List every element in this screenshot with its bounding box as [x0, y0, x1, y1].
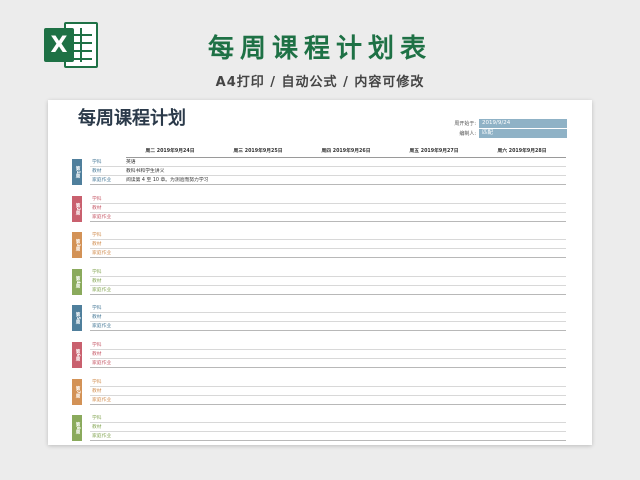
row-label: 学科 [92, 416, 102, 422]
table-row: 学科 [90, 195, 566, 204]
table-row: 家庭作业 阅读第 4 至 10 章。为测验而努力学习 [90, 176, 566, 185]
banner-subtitle: A4打印 / 自动公式 / 内容可修改 [215, 75, 425, 90]
row-label: 家庭作业 [92, 361, 112, 366]
table-row: 学科 [90, 268, 566, 277]
prepared-by-field[interactable]: 匹配 [479, 129, 567, 138]
banner-title: 每周课程计划表 [207, 34, 432, 64]
week-tab: 第3周 [72, 232, 82, 259]
week-block: 第4周 学科教材家庭作业 [72, 268, 566, 296]
row-label: 学科 [92, 196, 102, 202]
table-row: 家庭作业 [90, 432, 566, 442]
row-label: 家庭作业 [92, 324, 112, 330]
meta-label: 周开始于: [454, 121, 476, 127]
row-label: 教材 [92, 205, 102, 211]
row-label: 教材 [92, 388, 102, 394]
page-title: 每周课程计划 [78, 108, 186, 129]
row-label: 家庭作业 [92, 287, 112, 293]
week-tab: 第1周 [72, 159, 82, 185]
week-tab: 第4周 [72, 268, 82, 295]
table-row: 家庭作业 [90, 249, 566, 259]
week-block: 第2周 学科教材家庭作业 [72, 195, 566, 223]
meta-prepared-by: 编制人: 匹配 [428, 129, 567, 138]
week-block: 第8周 学科教材家庭作业 [72, 414, 566, 442]
table-row: 学科 [90, 304, 566, 314]
table-row: 教材 [90, 387, 566, 396]
row-label: 教材 [92, 278, 102, 284]
table-row: 家庭作业 [90, 286, 566, 295]
row-label: 教材 [92, 352, 102, 357]
table-row: 教材 [90, 240, 566, 250]
table-row: 家庭作业 [90, 213, 566, 222]
week-tab: 第7周 [72, 378, 82, 405]
table-row: 学科 [90, 231, 566, 241]
week-block: 第7周 学科教材家庭作业 [72, 378, 566, 406]
table-row: 教材 [90, 423, 566, 433]
table-row: 家庭作业 [90, 322, 566, 332]
day-header: 周三 2019年9月25日 [233, 149, 283, 154]
week-tab: 第6周 [72, 342, 82, 368]
table-row: 教材 [90, 277, 566, 286]
row-label: 学科 [92, 160, 102, 165]
row-label: 教材 [92, 242, 102, 248]
day-header: 周四 2019年9月26日 [321, 149, 371, 154]
row-label: 家庭作业 [92, 178, 112, 183]
day-header: 周二 2019年9月24日 [145, 149, 195, 154]
row-label: 教材 [92, 315, 102, 321]
table-row: 教材 教科书和学生讲义 [90, 167, 566, 176]
table-row: 学科 [90, 341, 566, 350]
day-header: 周六 2019年9月28日 [497, 149, 547, 154]
week-block: 第6周 学科教材家庭作业 [72, 341, 566, 369]
row-label: 家庭作业 [92, 214, 112, 220]
table-row: 教材 [90, 350, 566, 359]
table-row: 教材 [90, 204, 566, 213]
week-block: 第3周 学科教材家庭作业 [72, 231, 566, 259]
day-header: 周五 2019年9月27日 [409, 149, 459, 154]
row-label: 学科 [92, 343, 102, 348]
table-row: 学科 英语 [90, 158, 566, 167]
spreadsheet-page: 每周课程计划 周开始于: 2019/9/24 编制人: 匹配 周二 2019年9… [48, 100, 592, 445]
row-label: 学科 [92, 233, 102, 239]
row-value-cell[interactable]: 阅读第 4 至 10 章。为测验而努力学习 [126, 176, 208, 185]
row-label: 学科 [92, 379, 102, 385]
week-start-field[interactable]: 2019/9/24 [479, 119, 567, 128]
row-label: 家庭作业 [92, 251, 112, 257]
table-row: 家庭作业 [90, 396, 566, 405]
row-label: 学科 [92, 269, 102, 275]
week-block: 第5周 学科教材家庭作业 [72, 304, 566, 332]
row-label: 家庭作业 [92, 397, 112, 403]
row-label: 家庭作业 [92, 434, 112, 440]
table-row: 学科 [90, 414, 566, 424]
row-label: 教材 [92, 169, 102, 174]
table-row: 家庭作业 [90, 359, 566, 368]
week-block: 第1周 学科 英语教材 教科书和学生讲义家庭作业 阅读第 4 至 10 章。为测验而努力… [72, 158, 566, 186]
week-tab: 第8周 [72, 415, 82, 442]
row-label: 教材 [92, 425, 102, 431]
row-value-cell[interactable]: 教科书和学生讲义 [126, 167, 164, 176]
table-row: 教材 [90, 313, 566, 323]
meta-label: 编制人: [459, 131, 476, 137]
day-header-row: 周二 2019年9月24日 周三 2019年9月25日 周四 2019年9月26… [126, 147, 566, 158]
week-tab: 第2周 [72, 195, 82, 222]
week-tab: 第5周 [72, 305, 82, 332]
row-value-cell[interactable]: 英语 [126, 158, 136, 167]
row-label: 学科 [92, 306, 102, 312]
table-row: 学科 [90, 378, 566, 387]
meta-week-start: 周开始于: 2019/9/24 [428, 119, 567, 128]
